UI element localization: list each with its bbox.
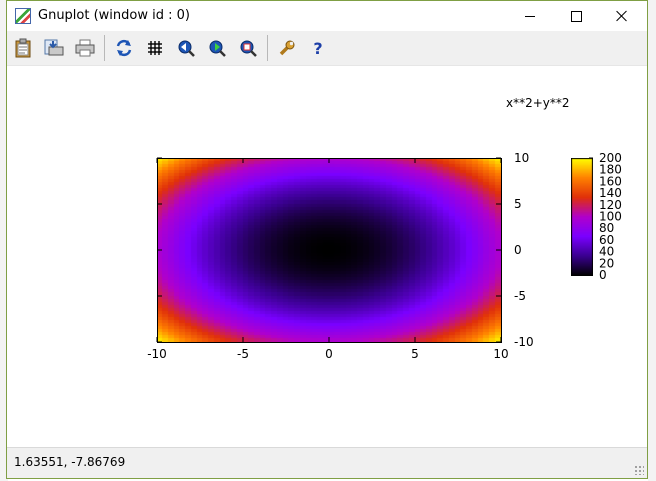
y-tick-label: 10 [514, 151, 529, 165]
minimize-icon [525, 15, 535, 17]
plot-border [157, 158, 502, 343]
zoom-next-button[interactable] [205, 36, 229, 60]
x-tick-label: 0 [325, 347, 333, 361]
save-print-button[interactable] [42, 36, 66, 60]
resize-grip[interactable] [634, 465, 644, 475]
zoom-previous-button[interactable] [174, 36, 198, 60]
maximize-button[interactable] [553, 1, 599, 31]
unzoom-button[interactable] [236, 36, 260, 60]
x-tick-label: 5 [411, 347, 419, 361]
options-wrench-icon [279, 40, 295, 56]
mouse-coordinates: 1.63551, -7.86769 [14, 455, 126, 469]
toolbar: ? [7, 31, 647, 66]
help-button[interactable]: ? [306, 36, 330, 60]
help-icon: ? [313, 39, 322, 57]
gnuplot-app-icon[interactable] [15, 8, 31, 24]
copy-to-clipboard-button[interactable] [11, 36, 35, 60]
title-bar[interactable]: Gnuplot (window id : 0) [7, 1, 647, 31]
clipboard-icon [15, 38, 31, 58]
colorbar-tick-label: 0 [599, 268, 607, 282]
toggle-grid-button[interactable] [143, 36, 167, 60]
plot-area[interactable]: x**2+y**2 -10 -5 0 5 10 10 5 0 -5 -10 200 180 160 140… [7, 66, 647, 449]
x-tick-label: 10 [493, 347, 508, 361]
colorbar [571, 158, 593, 276]
toolbar-separator [267, 35, 268, 61]
unzoom-icon [240, 40, 257, 57]
replot-button[interactable] [112, 36, 136, 60]
y-tick-label: -5 [514, 289, 526, 303]
svg-text:?: ? [313, 39, 322, 57]
zoom-next-icon [209, 40, 226, 57]
status-bar: 1.63551, -7.86769 [7, 447, 647, 478]
gnuplot-window: Gnuplot (window id : 0) ? x**2+y**2 -10 … [6, 0, 648, 479]
x-tick-label: -10 [147, 347, 167, 361]
plot-axes: -10 -5 0 5 101050-5-102001801601401201008060… [147, 151, 622, 361]
zoom-previous-icon [178, 40, 195, 57]
maximize-icon [570, 10, 582, 22]
printer-icon [75, 39, 95, 57]
replot-icon [116, 39, 132, 57]
close-button[interactable] [599, 1, 645, 31]
window-title: Gnuplot (window id : 0) [38, 8, 190, 23]
close-icon [616, 10, 628, 22]
y-tick-label: 5 [514, 197, 522, 211]
toolbar-separator [104, 35, 105, 61]
y-tick-label: -10 [514, 335, 534, 349]
x-tick-label: -5 [237, 347, 249, 361]
options-button[interactable] [275, 36, 299, 60]
y-tick-label: 0 [514, 243, 522, 257]
print-save-icon [44, 39, 64, 56]
grid-icon [148, 41, 162, 55]
print-button[interactable] [73, 36, 97, 60]
minimize-button[interactable] [507, 1, 553, 31]
background-app-right [648, 0, 656, 481]
